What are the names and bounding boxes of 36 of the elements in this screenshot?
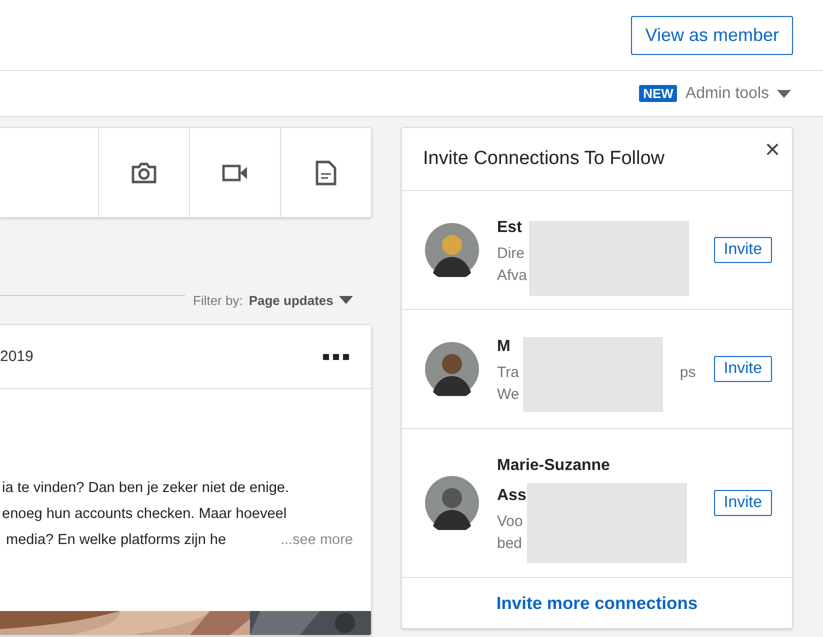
person-headline: Dire	[497, 244, 525, 264]
post-text-line: enoeg hun accounts checken. Maar hoeveel	[2, 505, 287, 524]
person-name[interactable]: Ass	[497, 481, 526, 511]
invite-button[interactable]: Invite	[714, 356, 772, 382]
invite-button[interactable]: Invite	[714, 237, 772, 263]
avatar	[425, 223, 479, 277]
person-name[interactable]: Est	[497, 213, 522, 243]
post-date: 2019	[0, 348, 34, 365]
filter-label: Filter by:	[193, 292, 243, 308]
invite-more-link[interactable]: Invite more connections	[496, 592, 698, 614]
more-options-icon[interactable]	[323, 354, 349, 360]
person-headline: ps	[680, 363, 696, 383]
see-more-link[interactable]: ...see more	[274, 529, 353, 551]
close-button[interactable]: ×	[764, 136, 780, 162]
video-camera-icon[interactable]	[222, 164, 248, 182]
invite-button[interactable]: Invite	[714, 490, 772, 516]
caret-icon	[777, 90, 791, 98]
person-name[interactable]: Marie-Suzanne	[497, 451, 610, 481]
person-headline: bed	[497, 534, 522, 554]
post-text-line: media? En welke platforms zijn he	[5, 531, 226, 550]
person-headline: Voo	[497, 512, 523, 532]
admin-tools-menu[interactable]: Admin tools	[685, 84, 769, 102]
document-icon[interactable]	[315, 160, 337, 186]
filter-dropdown[interactable]: Page updates	[248, 292, 334, 308]
person-headline: Afva	[497, 266, 528, 286]
caret-icon	[339, 296, 354, 304]
avatar	[425, 476, 479, 530]
post-text-line: ia te vinden? Dan ben je zeker niet de enige.	[2, 479, 289, 498]
new-badge: NEW	[639, 85, 678, 102]
avatar	[425, 342, 479, 396]
person-headline: Tra	[497, 363, 519, 383]
panel-title: Invite Connections To Follow	[423, 148, 664, 170]
person-name[interactable]: M	[497, 332, 510, 362]
person-headline: We	[497, 385, 520, 405]
camera-icon[interactable]	[131, 162, 157, 184]
view-as-member-button[interactable]: View as member	[631, 16, 793, 54]
